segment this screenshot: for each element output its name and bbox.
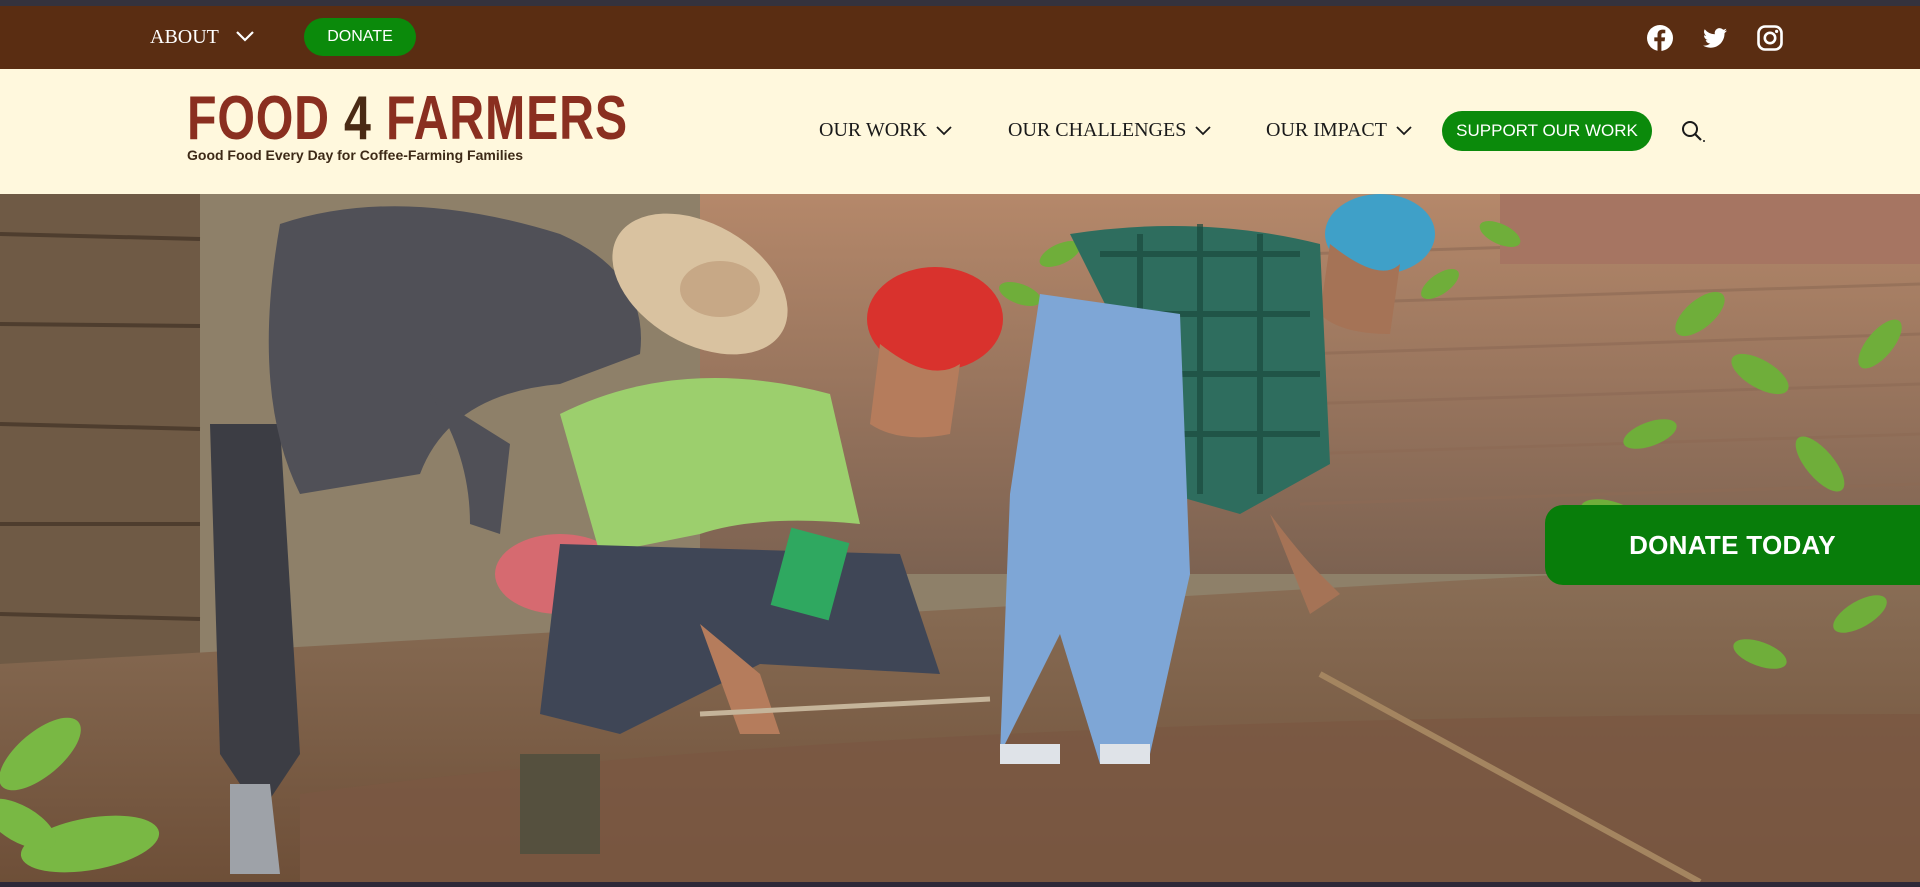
chevron-down-icon bbox=[1395, 119, 1413, 142]
nav-label: OUR IMPACT bbox=[1266, 119, 1387, 141]
twitter-icon[interactable] bbox=[1701, 24, 1729, 52]
instagram-icon[interactable] bbox=[1756, 24, 1784, 52]
window-bottom-edge bbox=[0, 882, 1920, 887]
social-links bbox=[1646, 24, 1784, 52]
chevron-down-icon bbox=[935, 119, 953, 142]
chevron-down-icon bbox=[1194, 119, 1212, 142]
logo-word-farmers: FARMERS bbox=[385, 84, 628, 153]
facebook-icon[interactable] bbox=[1646, 24, 1674, 52]
support-our-work-button[interactable]: SUPPORT OUR WORK bbox=[1442, 111, 1652, 151]
about-menu[interactable]: ABOUT bbox=[150, 6, 255, 69]
nav-label: OUR WORK bbox=[819, 119, 927, 141]
site-header: FOOD 4 FARMERS Good Food Every Day for C… bbox=[0, 69, 1920, 194]
nav-our-challenges[interactable]: OUR CHALLENGES bbox=[1008, 119, 1212, 142]
logo-wordmark: FOOD 4 FARMERS bbox=[187, 88, 627, 150]
utility-bar: ABOUT DONATE bbox=[0, 6, 1920, 69]
hero-banner: DONATE TODAY bbox=[0, 194, 1920, 882]
nav-our-work[interactable]: OUR WORK bbox=[819, 119, 953, 142]
logo-word-four: 4 bbox=[344, 84, 372, 153]
search-icon[interactable] bbox=[1680, 119, 1706, 145]
logo-word-food: FOOD bbox=[187, 84, 330, 153]
chevron-down-icon bbox=[235, 26, 255, 49]
nav-our-impact[interactable]: OUR IMPACT bbox=[1266, 119, 1413, 142]
donate-today-button[interactable]: DONATE TODAY bbox=[1545, 505, 1920, 585]
site-logo[interactable]: FOOD 4 FARMERS Good Food Every Day for C… bbox=[187, 88, 627, 164]
nav-label: OUR CHALLENGES bbox=[1008, 119, 1187, 141]
donate-button[interactable]: DONATE bbox=[304, 18, 416, 56]
about-label: ABOUT bbox=[150, 26, 219, 48]
